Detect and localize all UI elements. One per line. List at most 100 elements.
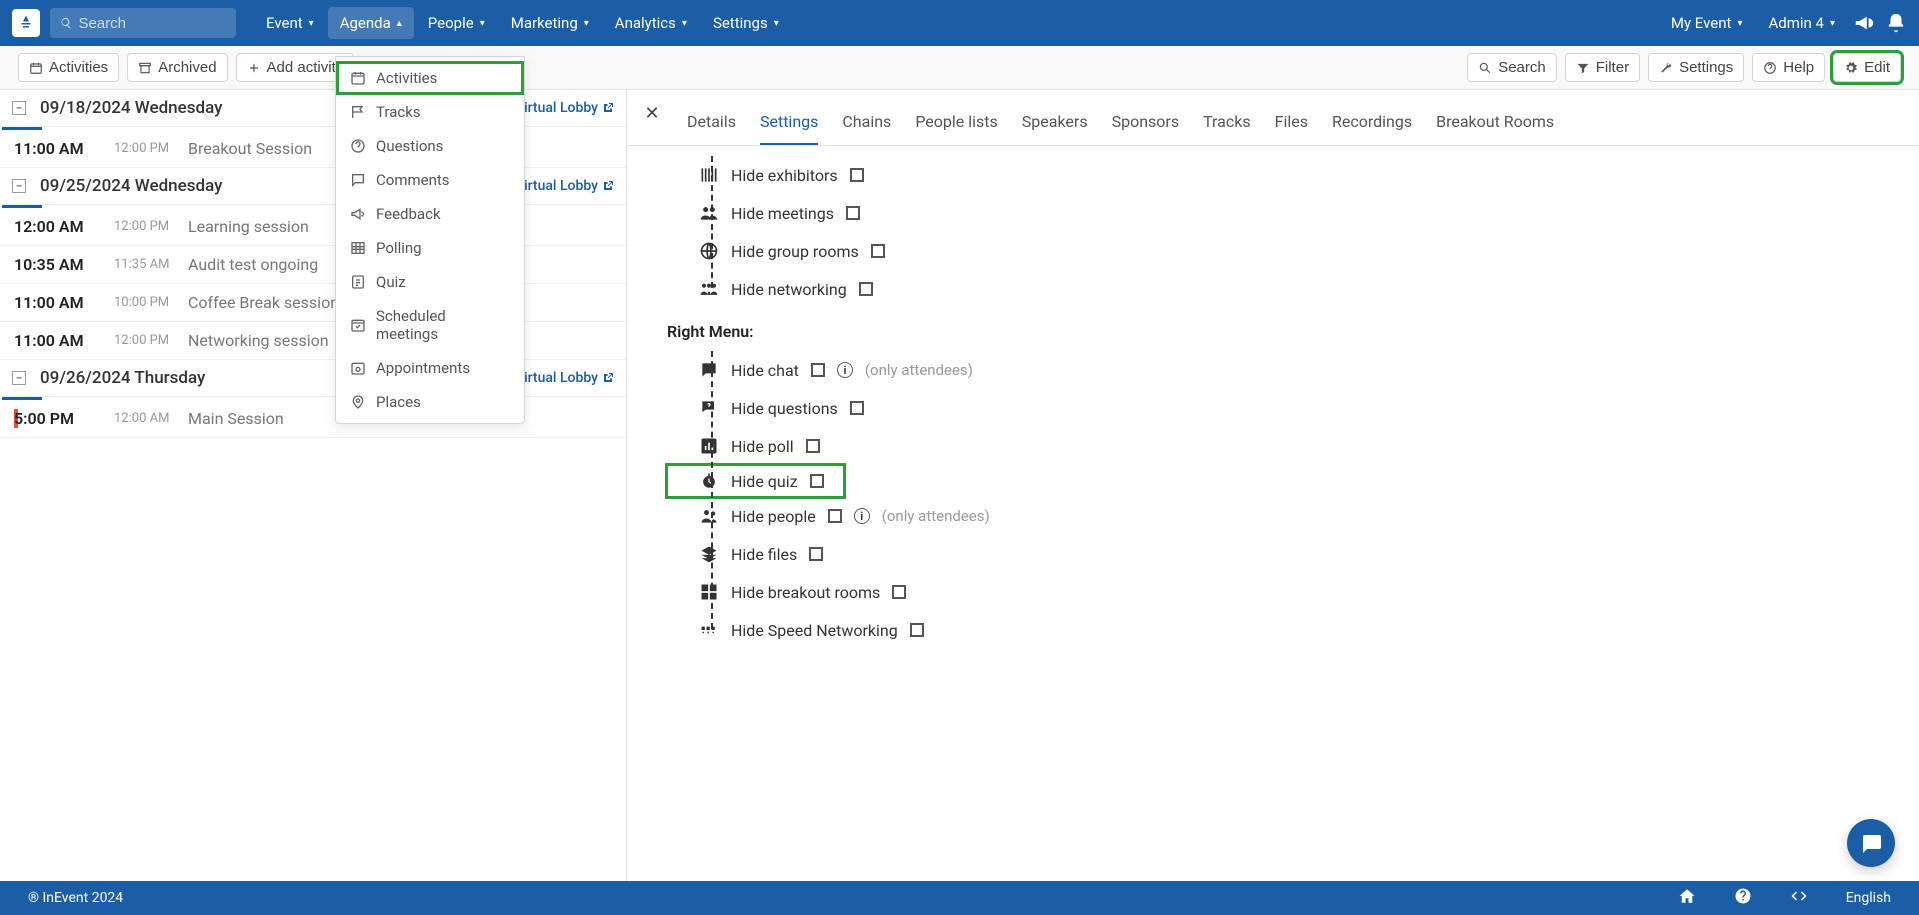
- flag-icon: [350, 104, 366, 120]
- dropdown-questions[interactable]: Questions: [336, 129, 524, 163]
- chevron-up-icon: ▴: [397, 18, 402, 29]
- activity-title: Audit test ongoing: [188, 255, 318, 274]
- help-icon: [1763, 61, 1777, 75]
- tab-sponsors[interactable]: Sponsors: [1112, 104, 1180, 145]
- event-switcher[interactable]: My Event ▾: [1663, 8, 1751, 38]
- activity-row[interactable]: 11:00 AM10:00 PMCoffee Break session: [0, 284, 626, 322]
- people-icon: [699, 506, 719, 526]
- search-icon: [60, 16, 72, 30]
- filter-button[interactable]: Filter: [1565, 53, 1640, 82]
- wrench-icon: [1659, 61, 1673, 75]
- home-icon[interactable]: [1678, 887, 1696, 909]
- tab-settings[interactable]: Settings: [760, 104, 818, 146]
- checkbox[interactable]: [892, 585, 906, 599]
- activities-button[interactable]: Activities: [18, 53, 119, 82]
- checkbox[interactable]: [811, 363, 825, 377]
- checkbox[interactable]: [810, 474, 824, 488]
- activity-row[interactable]: 5:00 PM12:00 AMMain Session: [0, 400, 626, 438]
- dropdown-feedback[interactable]: Feedback: [336, 197, 524, 231]
- virtual-lobby-link[interactable]: Virtual Lobby: [515, 178, 614, 194]
- nav-people[interactable]: People▾: [416, 7, 497, 39]
- dropdown-comments[interactable]: Comments: [336, 163, 524, 197]
- help-button[interactable]: Help: [1752, 53, 1825, 82]
- start-time: 5:00 PM: [14, 409, 114, 428]
- dropdown-appointments[interactable]: Appointments: [336, 351, 524, 385]
- activity-title: Learning session: [188, 217, 309, 236]
- checkbox[interactable]: [846, 206, 860, 220]
- tab-chains[interactable]: Chains: [842, 104, 891, 145]
- tab-breakout-rooms[interactable]: Breakout Rooms: [1436, 104, 1554, 145]
- help-icon[interactable]: [1734, 887, 1752, 909]
- navbar-right: My Event ▾ Admin 4 ▾: [1663, 8, 1907, 38]
- info-icon[interactable]: i: [854, 508, 870, 524]
- tab-tracks[interactable]: Tracks: [1203, 104, 1251, 145]
- tab-recordings[interactable]: Recordings: [1332, 104, 1412, 145]
- hint-text: (only attendees): [882, 507, 990, 525]
- checkbox[interactable]: [871, 244, 885, 258]
- dropdown-places[interactable]: Places: [336, 385, 524, 419]
- language-selector[interactable]: English: [1846, 890, 1891, 906]
- checkbox[interactable]: [850, 401, 864, 415]
- nav-agenda[interactable]: Agenda▴: [328, 7, 414, 39]
- start-time: 11:00 AM: [14, 293, 114, 312]
- checkbox[interactable]: [806, 439, 820, 453]
- archived-button[interactable]: Archived: [127, 53, 227, 82]
- nav-event[interactable]: Event▾: [254, 7, 326, 39]
- checkbox[interactable]: [850, 168, 864, 182]
- globe-icon: [699, 241, 719, 261]
- setting-hide-files: Hide files: [667, 535, 1879, 573]
- toolbar: Activities Archived Add activity Search …: [0, 46, 1919, 90]
- search-input[interactable]: [78, 15, 226, 32]
- user-menu[interactable]: Admin 4 ▾: [1760, 8, 1843, 38]
- collapse-icon[interactable]: −: [12, 371, 26, 385]
- dashed-line: [711, 351, 713, 629]
- setting-hide-exhibitors: Hide exhibitors: [667, 156, 1879, 194]
- code-icon[interactable]: [1790, 887, 1808, 909]
- dropdown-activities[interactable]: Activities: [336, 61, 524, 95]
- search-button[interactable]: Search: [1467, 53, 1557, 82]
- activity-row[interactable]: 11:00 AM12:00 PMBreakout Session: [0, 130, 626, 168]
- edit-button[interactable]: Edit: [1833, 53, 1901, 82]
- breakout-icon: [699, 582, 719, 602]
- chat-launcher[interactable]: [1847, 819, 1895, 867]
- nav-analytics[interactable]: Analytics▾: [603, 7, 699, 39]
- quiz-icon: [699, 471, 719, 491]
- virtual-lobby-link[interactable]: Virtual Lobby: [515, 100, 614, 116]
- collapse-icon[interactable]: −: [12, 101, 26, 115]
- nav-settings[interactable]: Settings▾: [701, 7, 791, 39]
- close-icon[interactable]: ✕: [637, 98, 667, 128]
- day-header: −09/25/2024 Wednesday Virtual Lobby: [0, 168, 626, 205]
- checkbox[interactable]: [809, 547, 823, 561]
- global-search[interactable]: [50, 8, 236, 38]
- info-icon[interactable]: i: [837, 362, 853, 378]
- chevron-down-icon: ▾: [480, 18, 485, 29]
- checkbox[interactable]: [859, 282, 873, 296]
- tab-files[interactable]: Files: [1275, 104, 1308, 145]
- dropdown-tracks[interactable]: Tracks: [336, 95, 524, 129]
- activity-row[interactable]: 12:00 AM12:00 PMLearning session: [0, 208, 626, 246]
- filter-label: Filter: [1596, 59, 1629, 76]
- nav-marketing[interactable]: Marketing▾: [499, 7, 601, 39]
- activity-title: Breakout Session: [188, 139, 312, 158]
- tab-speakers[interactable]: Speakers: [1022, 104, 1088, 145]
- activity-row[interactable]: 11:00 AM12:00 PMNetworking session: [0, 322, 626, 360]
- notifications-icon[interactable]: [1885, 12, 1907, 34]
- announcements-icon[interactable]: [1853, 12, 1875, 34]
- tab-people-lists[interactable]: People lists: [915, 104, 997, 145]
- logo[interactable]: [12, 9, 40, 37]
- tab-details[interactable]: Details: [687, 104, 736, 145]
- checkbox[interactable]: [828, 509, 842, 523]
- checkbox[interactable]: [910, 623, 924, 637]
- user-label: Admin 4: [1768, 14, 1823, 32]
- dropdown-quiz[interactable]: Quiz: [336, 265, 524, 299]
- activity-title: Coffee Break session: [188, 293, 339, 312]
- dropdown-scheduled-meetings[interactable]: Scheduled meetings: [336, 299, 524, 351]
- virtual-lobby-link[interactable]: Virtual Lobby: [515, 370, 614, 386]
- settings-button[interactable]: Settings: [1648, 53, 1744, 82]
- collapse-icon[interactable]: −: [12, 179, 26, 193]
- activity-row[interactable]: 10:35 AM11:35 AMAudit test ongoing: [0, 246, 626, 284]
- filter-icon: [1576, 61, 1590, 75]
- calendar2-icon: [350, 317, 366, 333]
- dropdown-polling[interactable]: Polling: [336, 231, 524, 265]
- day-date: 09/25/2024 Wednesday: [40, 176, 222, 196]
